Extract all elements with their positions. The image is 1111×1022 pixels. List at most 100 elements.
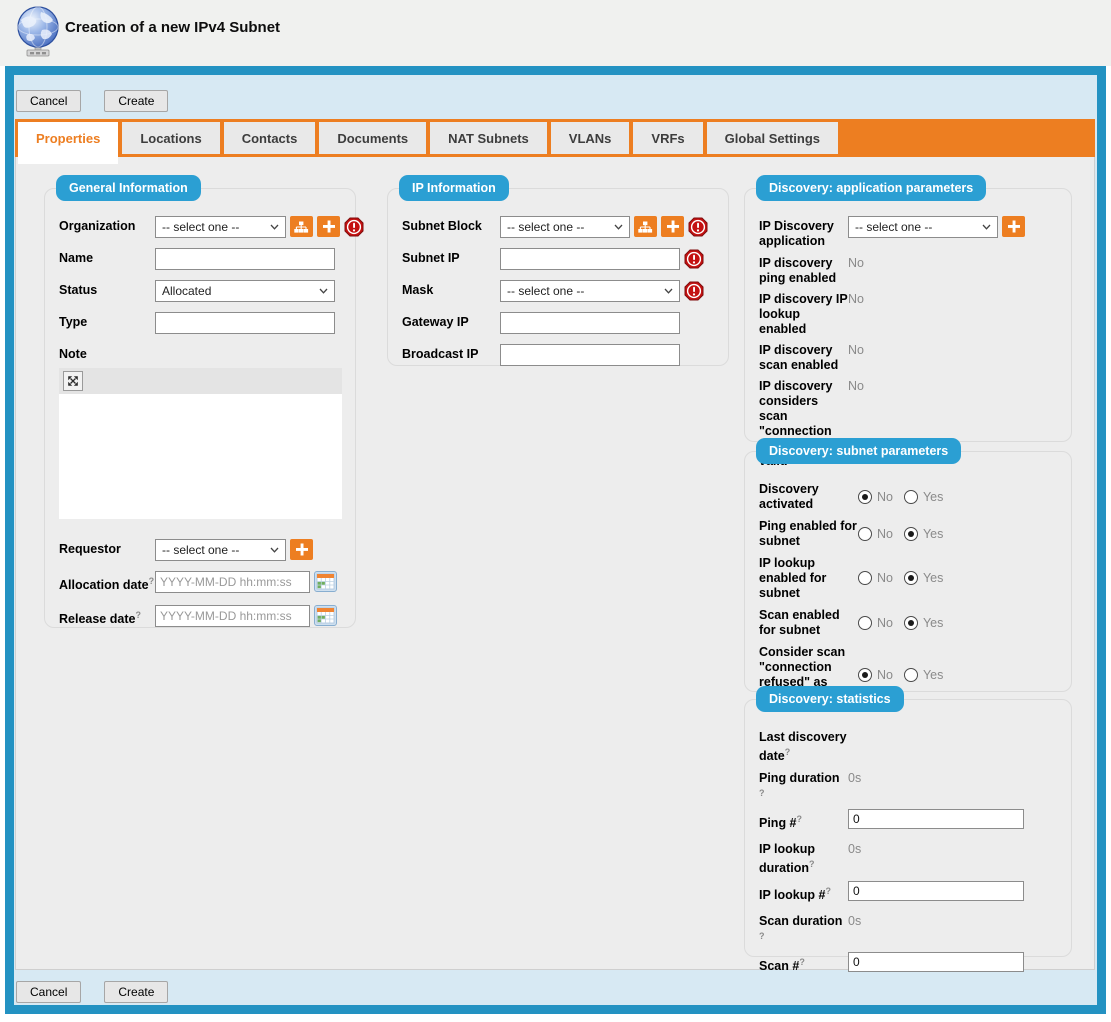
create-button[interactable]: Create (104, 90, 168, 112)
lookup-count-input[interactable] (848, 881, 1024, 901)
page-title: Creation of a new IPv4 Subnet (65, 19, 280, 36)
tab-global-settings[interactable]: Global Settings (707, 122, 838, 154)
tab-nat-subnets[interactable]: NAT Subnets (430, 122, 547, 154)
add-organization-button[interactable] (317, 216, 340, 237)
organization-label: Organization (59, 216, 155, 238)
field-ping-enabled-subnet: Ping enabled for subnet No Yes (759, 516, 1061, 549)
section-discovery-subnet-parameters: Discovery: subnet parameters Discovery a… (744, 451, 1072, 692)
chevron-down-icon (270, 224, 279, 230)
tab-vrfs[interactable]: VRFs (633, 122, 702, 154)
field-mask: Mask -- select one -- (402, 280, 718, 302)
ip-discovery-scan-enabled-value: No (848, 340, 864, 373)
add-subnet-block-button[interactable] (661, 216, 684, 237)
type-input[interactable] (155, 312, 335, 334)
lookup-enabled-radio-yes[interactable] (904, 571, 918, 585)
tab-locations[interactable]: Locations (122, 122, 219, 154)
discovery-activated-radio-no[interactable] (858, 490, 872, 504)
type-label: Type (59, 312, 155, 334)
tab-properties[interactable]: Properties (18, 122, 118, 164)
name-input[interactable] (155, 248, 335, 270)
ping-enabled-radio-yes[interactable] (904, 527, 918, 541)
note-textarea[interactable] (59, 394, 342, 519)
tab-bar: Properties Locations Contacts Documents … (15, 119, 1095, 157)
tab-vlans[interactable]: VLANs (551, 122, 630, 154)
ping-count-label: Ping #? (759, 809, 848, 831)
field-lookup-duration: IP lookup duration? 0s (759, 839, 1061, 876)
scan-count-input[interactable] (848, 952, 1024, 972)
plus-icon (322, 220, 336, 233)
scan-enabled-subnet-radio-group: No Yes (858, 605, 954, 638)
lookup-count-label: IP lookup #? (759, 881, 848, 903)
note-editor-toolbar (59, 368, 342, 394)
field-note: Note (59, 344, 345, 362)
release-date-calendar-button[interactable] (314, 605, 337, 626)
radio-yes-label: Yes (923, 616, 943, 630)
mask-select-value: -- select one -- (507, 284, 584, 298)
lookup-enabled-radio-no[interactable] (858, 571, 872, 585)
field-subnet-ip: Subnet IP (402, 248, 718, 270)
field-status: Status Allocated (59, 280, 345, 302)
ping-enabled-radio-no[interactable] (858, 527, 872, 541)
cancel-button-bottom[interactable]: Cancel (16, 981, 81, 1003)
consider-refused-radio-yes[interactable] (904, 668, 918, 682)
ip-discovery-application-select[interactable]: -- select one -- (848, 216, 998, 238)
field-ping-duration: Ping duration ? 0s (759, 768, 1061, 805)
add-discovery-application-button[interactable] (1002, 216, 1025, 237)
field-type: Type (59, 312, 345, 334)
radio-no-label: No (877, 616, 893, 630)
scan-enabled-radio-yes[interactable] (904, 616, 918, 630)
ip-discovery-application-label: IP Discovery application (759, 216, 848, 249)
help-hint: ? (759, 788, 765, 798)
subnet-block-select[interactable]: -- select one -- (500, 216, 630, 238)
scan-enabled-radio-no[interactable] (858, 616, 872, 630)
cancel-button[interactable]: Cancel (16, 90, 81, 112)
organization-tree-button[interactable] (290, 216, 313, 237)
add-requestor-button[interactable] (290, 539, 313, 560)
ping-duration-label: Ping duration ? (759, 768, 848, 805)
app-header: Creation of a new IPv4 Subnet (0, 0, 1111, 66)
requestor-select-value: -- select one -- (162, 543, 239, 557)
consider-refused-radio-no[interactable] (858, 668, 872, 682)
lookup-enabled-subnet-radio-group: No Yes (858, 553, 954, 601)
subnet-block-tree-button[interactable] (634, 216, 657, 237)
field-lookup-enabled-subnet: IP lookup enabled for subnet No Yes (759, 553, 1061, 601)
requestor-select[interactable]: -- select one -- (155, 539, 286, 561)
discovery-activated-radio-group: No Yes (858, 479, 954, 512)
ping-enabled-subnet-radio-group: No Yes (858, 516, 954, 549)
organization-select-value: -- select one -- (162, 220, 239, 234)
ip-discovery-lookup-enabled-value: No (848, 289, 864, 337)
tab-contacts[interactable]: Contacts (224, 122, 316, 154)
status-select[interactable]: Allocated (155, 280, 335, 302)
mask-select[interactable]: -- select one -- (500, 280, 680, 302)
discovery-activated-radio-yes[interactable] (904, 490, 918, 504)
release-date-input[interactable] (155, 605, 310, 627)
field-organization: Organization -- select one -- (59, 216, 345, 238)
tab-documents[interactable]: Documents (319, 122, 426, 154)
tab-content-properties: General Information Organization -- sele… (15, 157, 1095, 970)
gateway-ip-input[interactable] (500, 312, 680, 334)
field-ip-discovery-application: IP Discovery application -- select one -… (759, 216, 1061, 249)
section-legend-discovery-subnet: Discovery: subnet parameters (756, 438, 961, 464)
subnet-ip-input[interactable] (500, 248, 680, 270)
scan-duration-value: 0s (848, 911, 861, 948)
last-discovery-date-label: Last discovery date? (759, 727, 848, 764)
allocation-date-input[interactable] (155, 571, 310, 593)
name-label: Name (59, 248, 155, 270)
field-name: Name (59, 248, 345, 270)
broadcast-ip-input[interactable] (500, 344, 680, 366)
plus-icon (295, 543, 309, 556)
field-scan-enabled-subnet: Scan enabled for subnet No Yes (759, 605, 1061, 638)
help-hint: ? (825, 886, 831, 896)
broadcast-ip-label: Broadcast IP (402, 344, 500, 366)
section-general-information: General Information Organization -- sele… (44, 188, 356, 628)
allocation-date-calendar-button[interactable] (314, 571, 337, 592)
ping-count-input[interactable] (848, 809, 1024, 829)
radio-no-label: No (877, 490, 893, 504)
field-scan-count: Scan #? (759, 952, 1061, 974)
create-button-bottom[interactable]: Create (104, 981, 168, 1003)
bottom-toolbar: Cancel Create (16, 981, 168, 1003)
note-expand-button[interactable] (63, 371, 83, 391)
scan-duration-label: Scan duration ? (759, 911, 848, 948)
organization-select[interactable]: -- select one -- (155, 216, 286, 238)
radio-no-label: No (877, 527, 893, 541)
